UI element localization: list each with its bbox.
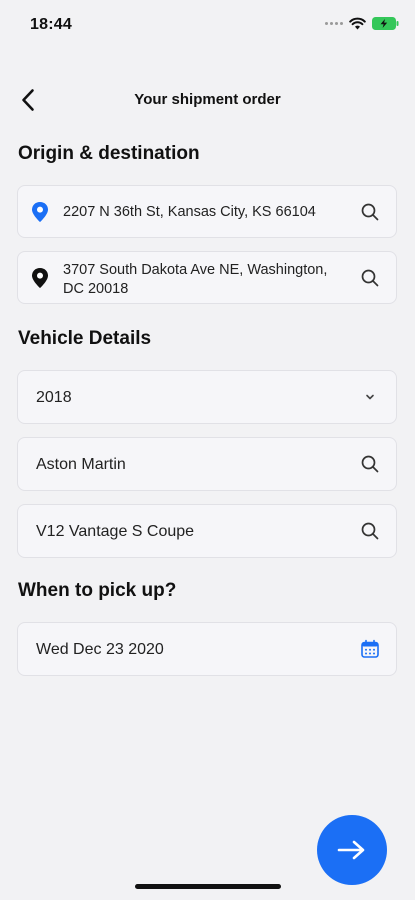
origin-address-value: 2207 N 36th St, Kansas City, KS 66104 [63,204,316,220]
pickup-heading: When to pick up? [18,580,177,601]
search-icon[interactable] [360,454,380,474]
nav-bar: Your shipment order [0,82,415,118]
search-icon[interactable] [360,521,380,541]
pickup-date-field[interactable]: Wed Dec 23 2020 [17,622,397,676]
next-button[interactable] [317,815,387,885]
location-pin-icon [32,201,48,222]
home-indicator[interactable] [135,884,281,889]
status-icons [325,17,399,30]
destination-address-value: 3707 South Dakota Ave NE, Washington, DC… [63,261,327,299]
location-pin-icon [32,267,48,288]
vehicle-model-value: V12 Vantage S Coupe [36,523,195,540]
status-bar: 18:44 [0,0,415,48]
calendar-icon[interactable] [360,639,380,659]
destination-address-line2: DC 20018 [63,281,129,297]
pickup-date-value: Wed Dec 23 2020 [36,641,164,658]
chevron-down-icon[interactable] [360,387,380,407]
origin-destination-heading: Origin & destination [18,143,200,164]
page-title: Your shipment order [134,91,281,108]
vehicle-year-value: 2018 [36,389,72,406]
cellular-signal-icon [325,22,343,25]
vehicle-details-heading: Vehicle Details [18,328,152,349]
vehicle-year-select[interactable]: 2018 [17,370,397,424]
wifi-icon [349,17,366,30]
vehicle-make-value: Aston Martin [36,456,126,473]
status-time: 18:44 [30,16,72,33]
search-icon[interactable] [360,268,380,288]
origin-address-field[interactable]: 2207 N 36th St, Kansas City, KS 66104 [17,185,397,238]
vehicle-model-field[interactable]: V12 Vantage S Coupe [17,504,397,558]
vehicle-make-field[interactable]: Aston Martin [17,437,397,491]
search-icon[interactable] [360,202,380,222]
battery-charging-icon [372,17,399,30]
destination-address-field[interactable]: 3707 South Dakota Ave NE, Washington, DC… [17,251,397,304]
arrow-right-icon [337,840,365,860]
destination-address-line1: 3707 South Dakota Ave NE, Washington, [63,262,328,278]
